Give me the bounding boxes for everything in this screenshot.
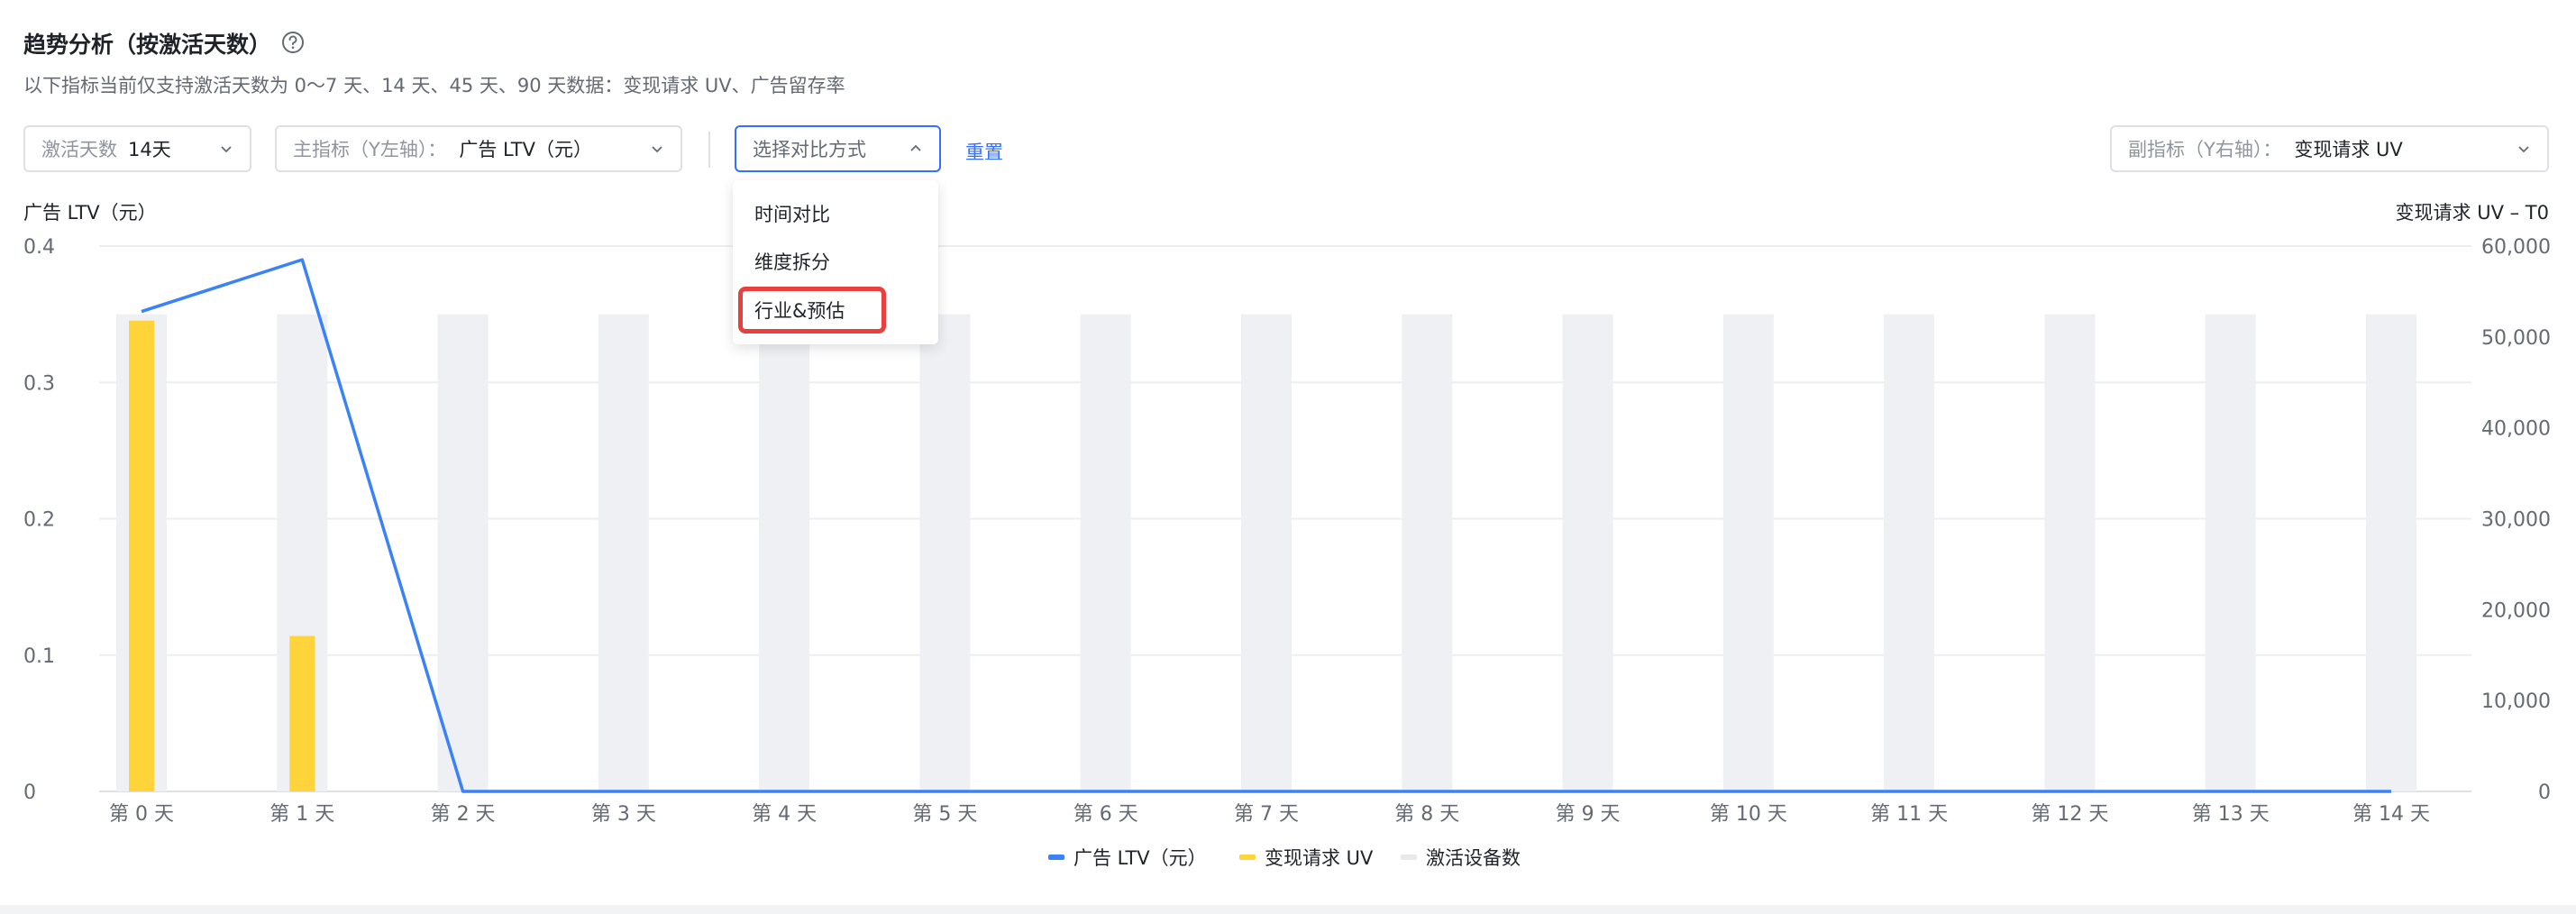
device-bar bbox=[919, 314, 971, 791]
page-bottom-bar bbox=[0, 905, 2576, 914]
device-bar bbox=[1241, 314, 1292, 791]
x-tick-label: 第 1 天 bbox=[269, 803, 334, 826]
dropdown-item-dimension-split[interactable]: 维度拆分 bbox=[754, 248, 830, 275]
uv-bar bbox=[289, 635, 315, 791]
x-tick-label: 第 7 天 bbox=[1234, 803, 1299, 826]
x-tick-label: 第 9 天 bbox=[1556, 803, 1621, 826]
legend-item-uv[interactable]: 变现请求 UV bbox=[1239, 845, 1373, 870]
y-left-tick-label: 0.4 bbox=[23, 236, 55, 259]
device-bar bbox=[1080, 314, 1131, 791]
x-tick-label: 第 8 天 bbox=[1394, 803, 1459, 826]
y-left-tick-label: 0.3 bbox=[23, 372, 55, 395]
device-bar bbox=[759, 314, 810, 791]
device-bar bbox=[2205, 314, 2256, 791]
legend-item-ltv[interactable]: 广告 LTV（元） bbox=[1048, 845, 1207, 870]
device-bar bbox=[1402, 314, 1453, 791]
highlight-box bbox=[738, 287, 886, 334]
y-right-tick-label: 20,000 bbox=[2481, 599, 2551, 622]
y-right-tick-label: 0 bbox=[2538, 781, 2551, 804]
x-tick-label: 第 6 天 bbox=[1073, 803, 1138, 826]
y-right-tick-label: 40,000 bbox=[2481, 418, 2551, 441]
x-tick-label: 第 5 天 bbox=[912, 803, 977, 826]
x-tick-label: 第 14 天 bbox=[2352, 803, 2430, 826]
legend-item-devices[interactable]: 激活设备数 bbox=[1401, 845, 1521, 870]
x-tick-label: 第 11 天 bbox=[1870, 803, 1948, 826]
y-right-tick-label: 50,000 bbox=[2481, 327, 2551, 350]
dropdown-item-time-compare[interactable]: 时间对比 bbox=[754, 200, 830, 227]
y-left-tick-label: 0 bbox=[23, 781, 36, 804]
device-bar bbox=[2044, 314, 2096, 791]
compare-mode-dropdown: 时间对比 维度拆分 行业&预估 bbox=[733, 180, 938, 344]
x-tick-label: 第 3 天 bbox=[591, 803, 656, 826]
x-tick-label: 第 2 天 bbox=[431, 803, 496, 826]
device-bar bbox=[2366, 314, 2416, 791]
x-tick-label: 第 12 天 bbox=[2031, 803, 2108, 826]
uv-bar bbox=[129, 320, 154, 791]
y-left-tick-label: 0.1 bbox=[23, 645, 55, 668]
device-bar bbox=[1562, 314, 1613, 791]
y-right-tick-label: 30,000 bbox=[2481, 509, 2551, 532]
legend-swatch-devices bbox=[1401, 855, 1417, 860]
x-tick-label: 第 0 天 bbox=[109, 803, 174, 826]
y-left-tick-label: 0.2 bbox=[23, 509, 55, 532]
x-tick-label: 第 10 天 bbox=[1710, 803, 1787, 826]
x-tick-label: 第 13 天 bbox=[2192, 803, 2270, 826]
device-bar bbox=[1884, 314, 1935, 791]
legend-label-devices: 激活设备数 bbox=[1426, 847, 1521, 869]
legend-label-ltv: 广告 LTV（元） bbox=[1073, 847, 1207, 869]
y-right-tick-label: 60,000 bbox=[2481, 236, 2551, 259]
legend-swatch-uv bbox=[1239, 855, 1256, 860]
device-bar bbox=[437, 314, 489, 791]
device-bar bbox=[1722, 314, 1774, 791]
x-tick-label: 第 4 天 bbox=[752, 803, 817, 826]
device-bar bbox=[598, 314, 649, 791]
legend-label-uv: 变现请求 UV bbox=[1265, 847, 1374, 869]
trend-chart: 0 0.1 0.2 0.3 0.4 0 10,000 20,000 30,000 40,000 50… bbox=[23, 236, 2551, 826]
y-right-tick-label: 10,000 bbox=[2481, 690, 2551, 713]
legend-swatch-ltv bbox=[1048, 855, 1064, 860]
